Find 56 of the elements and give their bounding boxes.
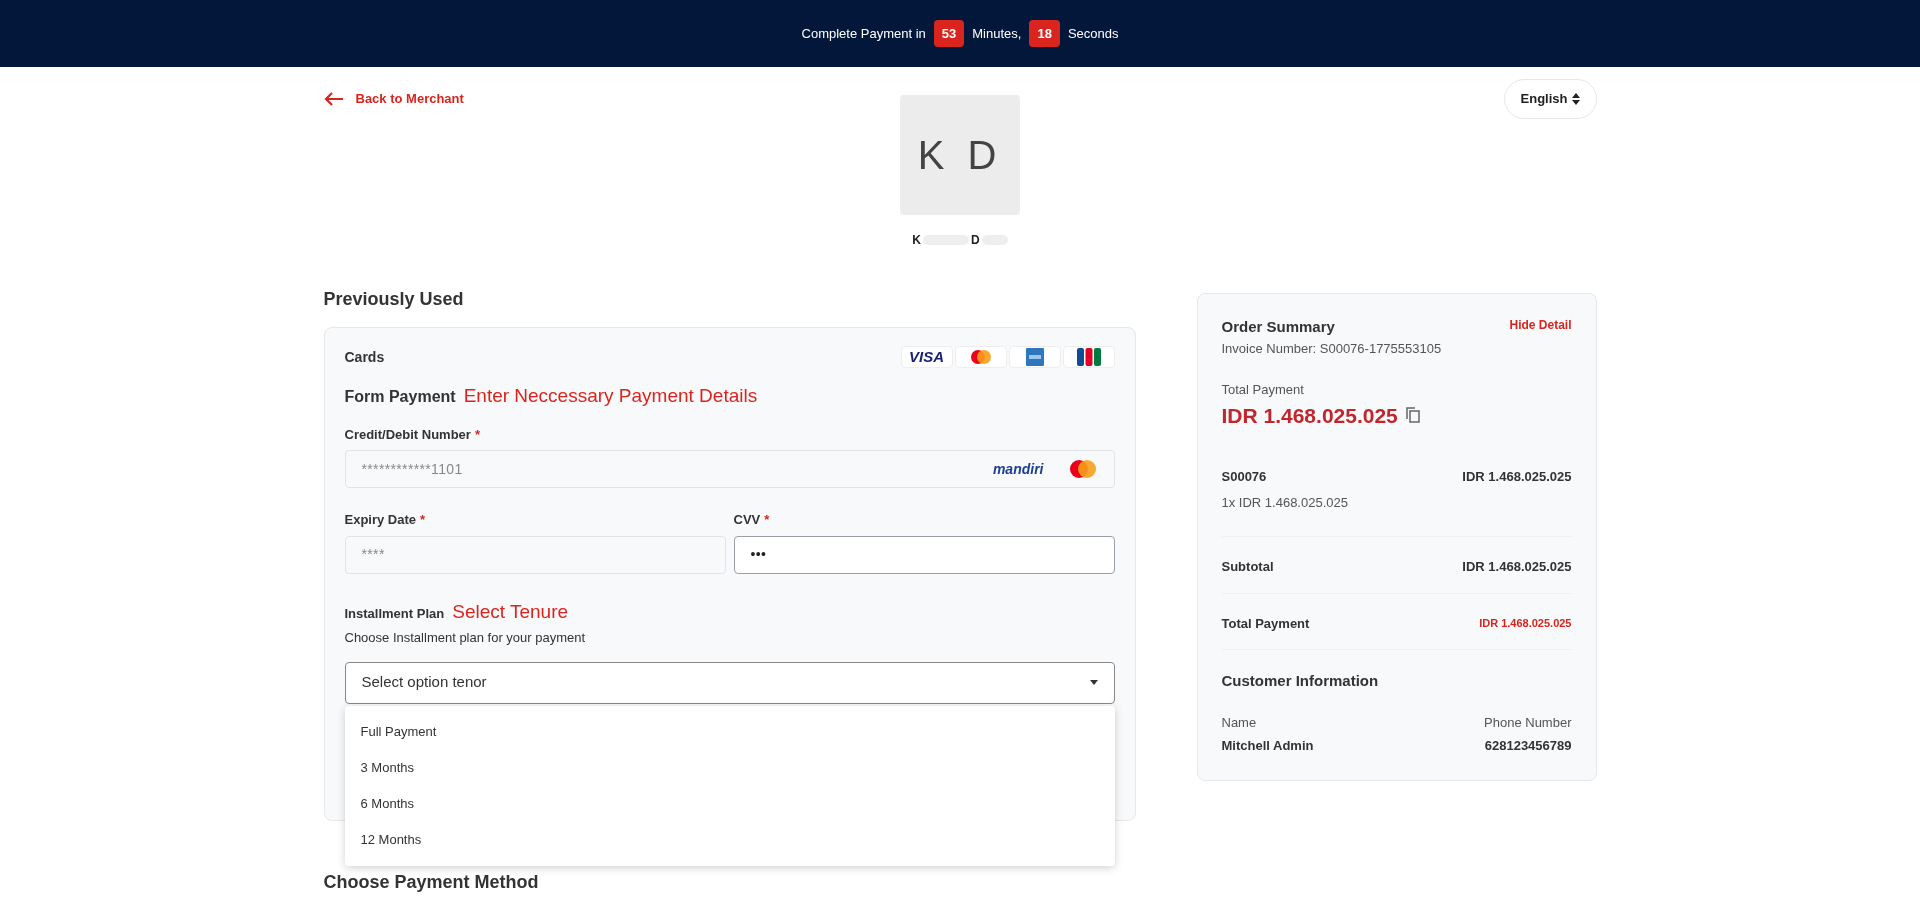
timer-text: Complete Payment in	[801, 24, 926, 43]
merchant-name: K	[912, 232, 921, 249]
minutes-badge: 53	[933, 19, 965, 48]
sort-icon	[1571, 93, 1580, 105]
subtotal-label: Subtotal	[1221, 558, 1274, 576]
hint-text: Choose Installment plan for your payment	[344, 629, 587, 647]
tenor-select[interactable]: Select option tenor	[344, 661, 1115, 704]
grand-total-amount: IDR 1.468.025.025	[1479, 616, 1572, 631]
jcb-icon	[1076, 348, 1101, 366]
timer-text: Seconds	[1067, 24, 1119, 43]
field-label: Credit/Debit Number	[344, 425, 471, 444]
annotation-text: Select Tenure	[452, 599, 569, 624]
mastercard-icon	[1067, 459, 1098, 479]
merchant-avatar: K D	[900, 95, 1020, 215]
invoice-number: Invoice Number: S00076-1775553105	[1221, 339, 1443, 358]
customer-name: Mitchell Admin	[1221, 737, 1314, 755]
grand-total-label: Total Payment	[1221, 614, 1310, 633]
merchant-name: D	[971, 232, 980, 249]
copy-icon	[1405, 407, 1420, 424]
required-mark: *	[474, 425, 480, 444]
mastercard-icon	[968, 349, 993, 365]
total-amount: IDR 1.468.025.025	[1221, 402, 1398, 429]
annotation-text: Enter Neccessary Payment Details	[463, 384, 758, 408]
name-label: Name	[1221, 713, 1258, 732]
section-title: Customer Information	[1221, 671, 1380, 691]
dropdown-option[interactable]: Full Payment	[344, 713, 1115, 750]
required-mark: *	[420, 511, 426, 529]
dropdown-option[interactable]: 12 Months	[344, 821, 1115, 858]
total-label: Total Payment	[1221, 381, 1305, 399]
field-label: CVV	[733, 511, 761, 529]
visa-logo: VISA	[900, 346, 953, 368]
subtotal-amount: IDR 1.468.025.025	[1462, 558, 1572, 576]
caret-icon	[1089, 680, 1098, 685]
panel-title: Cards	[344, 347, 385, 367]
section-heading: Previously Used	[323, 288, 465, 311]
section-heading: Choose Payment Method	[323, 871, 540, 894]
phone-label: Phone Number	[1484, 713, 1572, 732]
timer-text: Minutes,	[972, 24, 1022, 43]
card-title: Order Summary	[1221, 317, 1335, 337]
dropdown-option[interactable]: 3 Months	[344, 749, 1115, 786]
item-name: S00076	[1221, 468, 1268, 486]
customer-phone: 628123456789	[1484, 737, 1572, 755]
back-link[interactable]: Back to Merchant	[323, 89, 464, 109]
form-title: Form Payment	[344, 387, 456, 407]
field-label: Expiry Date	[344, 511, 417, 529]
mandiri-logo: mandiri	[992, 459, 1044, 479]
field-label: Installment Plan	[344, 604, 445, 623]
required-mark: *	[764, 511, 770, 529]
item-amount: IDR 1.468.025.025	[1462, 468, 1572, 486]
cvv-field[interactable]: •••	[733, 535, 1115, 574]
hide-detail-link[interactable]: Hide Detail	[1509, 316, 1572, 334]
dropdown-option[interactable]: 6 Months	[344, 785, 1115, 822]
amex-icon	[1025, 348, 1044, 366]
seconds-badge: 18	[1029, 19, 1060, 48]
item-quantity: 1x IDR 1.468.025.025	[1221, 493, 1348, 512]
arrow-left-icon	[323, 91, 344, 107]
